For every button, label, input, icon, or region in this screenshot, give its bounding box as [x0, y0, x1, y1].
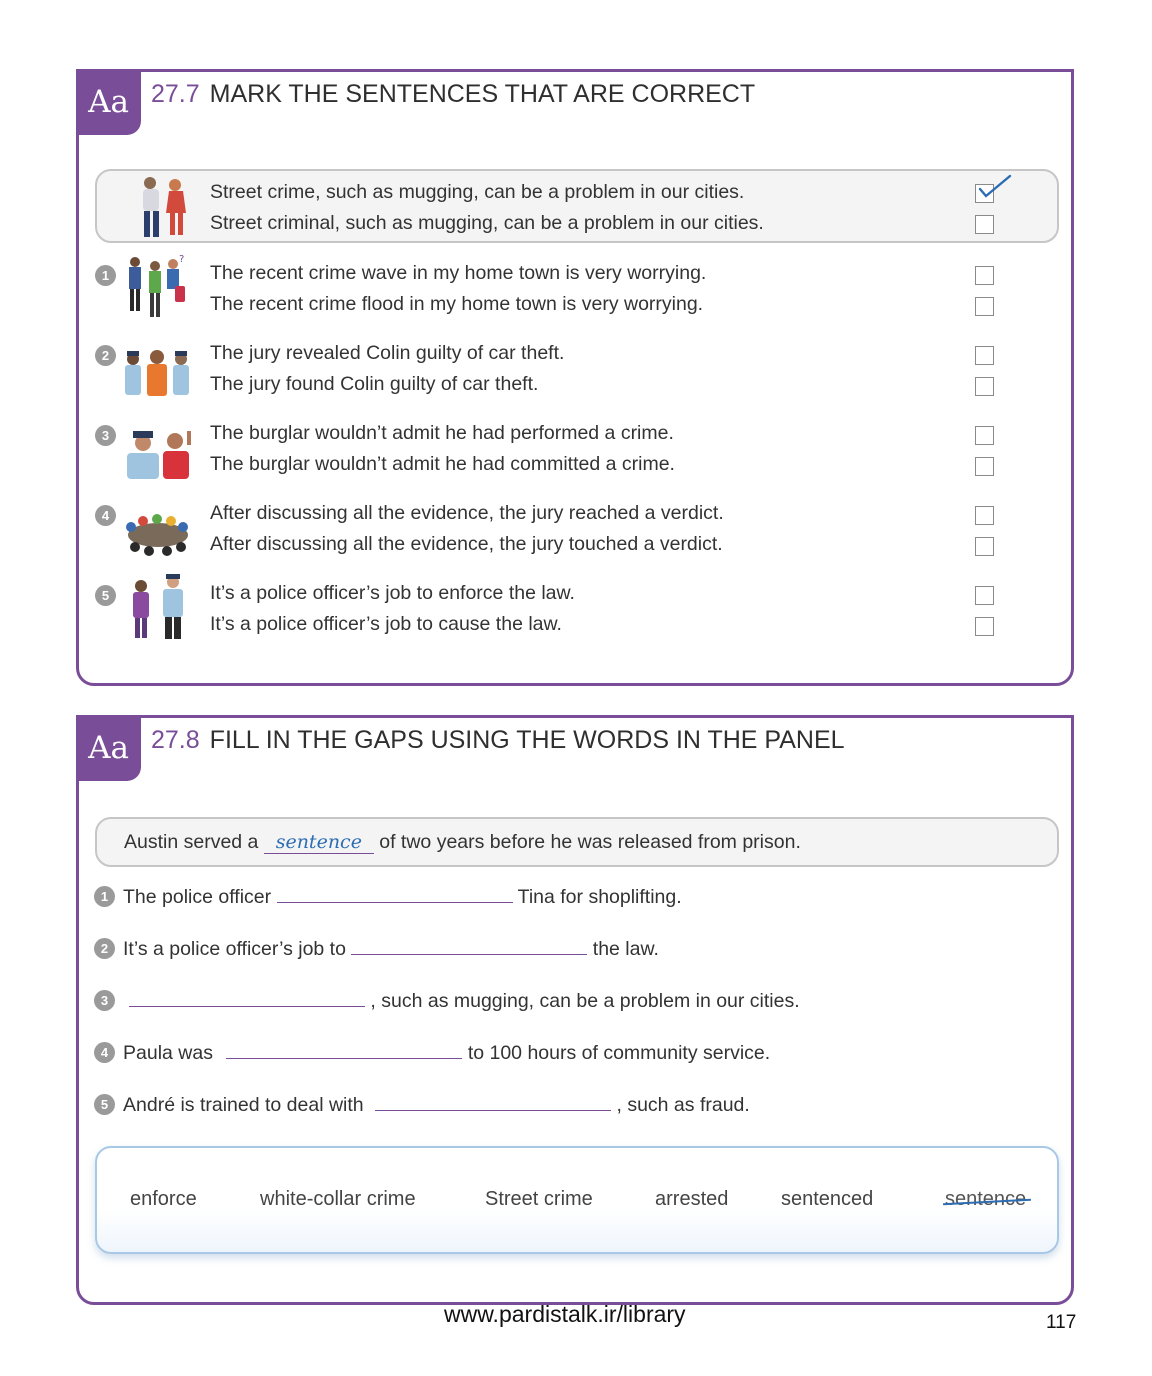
gap-blank[interactable]	[226, 1040, 463, 1059]
checkbox[interactable]	[975, 297, 994, 316]
gap-blank[interactable]	[351, 936, 588, 955]
gap-sentence-1: The police officer Tina for shoplifting.	[123, 884, 682, 909]
exercise-title-text: MARK THE SENTENCES THAT ARE CORRECT	[209, 80, 756, 108]
gap-blank[interactable]	[276, 884, 513, 903]
checkbox[interactable]	[975, 346, 994, 365]
word-enforce[interactable]: enforce	[130, 1188, 197, 1211]
exercise-number: 27.7	[151, 80, 200, 108]
example-sentence-2: Street criminal, such as mugging, can be…	[210, 212, 764, 234]
word-street-crime[interactable]: Street crime	[485, 1188, 593, 1211]
item-4-sentence-2: After discussing all the evidence, the j…	[210, 533, 723, 555]
checkbox[interactable]	[975, 426, 994, 445]
checkbox[interactable]	[975, 457, 994, 476]
street-crime-illustration	[143, 177, 186, 237]
burglar-illustration	[127, 431, 191, 479]
gap-before: The police officer	[123, 886, 272, 908]
footer-url[interactable]: www.pardistalk.ir/library	[444, 1301, 686, 1328]
word-arrested[interactable]: arrested	[655, 1188, 728, 1211]
gap-after: , such as mugging, can be a problem in o…	[370, 990, 800, 1012]
item-number: 5	[94, 1094, 115, 1115]
item-2-sentence-2: The jury found Colin guilty of car theft…	[210, 373, 539, 395]
item-number: 4	[95, 505, 116, 526]
jury-table-illustration	[126, 514, 188, 556]
item-3-sentence-1: The burglar wouldn’t admit he had perfor…	[210, 422, 674, 444]
exercise-27-7-panel: Aa 27.7 MARK THE SENTENCES THAT ARE CORRE…	[76, 69, 1074, 686]
word-sentenced[interactable]: sentenced	[781, 1188, 873, 1211]
aa-badge: Aa	[76, 69, 141, 135]
item-1-sentence-2: The recent crime flood in my home town i…	[210, 293, 704, 315]
gap-sentence-2: It’s a police officer’s job to the law.	[123, 936, 659, 961]
svg-text:?: ?	[179, 254, 184, 265]
checkbox[interactable]	[975, 377, 994, 396]
gap-before: Paula was	[123, 1042, 213, 1064]
word-white-collar-crime[interactable]: white-collar crime	[260, 1188, 416, 1211]
gap-before: It’s a police officer’s job to	[123, 938, 346, 960]
checkbox[interactable]	[975, 537, 994, 556]
gap-before: André is trained to deal with	[123, 1094, 364, 1116]
checkbox[interactable]	[975, 266, 994, 285]
gap-sentence-3: , such as mugging, can be a problem in o…	[129, 988, 800, 1013]
item-1-sentence-1: The recent crime wave in my home town is…	[210, 262, 707, 284]
aa-badge: Aa	[76, 715, 141, 781]
example-after: of two years before he was released from…	[379, 831, 801, 853]
word-panel: enforce white-collar crime Street crime …	[95, 1146, 1059, 1254]
checkbox[interactable]	[975, 617, 994, 636]
item-2-sentence-1: The jury revealed Colin guilty of car th…	[210, 342, 565, 364]
checkbox[interactable]	[975, 506, 994, 525]
item-number: 2	[94, 938, 115, 959]
example-box: Austin served a sentence of two years be…	[95, 817, 1059, 867]
exercise-number: 27.8	[151, 726, 200, 754]
exercise-title-text: FILL IN THE GAPS USING THE WORDS IN THE …	[209, 726, 845, 754]
check-icon	[978, 174, 1012, 198]
gap-blank[interactable]	[129, 988, 365, 1007]
item-5-sentence-1: It’s a police officer’s job to enforce t…	[210, 582, 575, 604]
exercise-title: 27.7 MARK THE SENTENCES THAT ARE CORRECT	[151, 80, 755, 109]
item-number: 4	[94, 1042, 115, 1063]
item-number: 1	[94, 886, 115, 907]
item-number: 2	[95, 345, 116, 366]
item-number: 5	[95, 585, 116, 606]
exercise-title: 27.8 FILL IN THE GAPS USING THE WORDS IN …	[151, 726, 845, 755]
gap-after: to 100 hours of community service.	[467, 1042, 771, 1064]
gap-sentence-4: Paula was to 100 hours of community serv…	[123, 1040, 770, 1065]
exercise-27-8-panel: Aa 27.8 FILL IN THE GAPS USING THE WORDS …	[76, 715, 1074, 1305]
gap-after: , such as fraud.	[616, 1094, 750, 1116]
example-answer: sentence	[263, 831, 374, 854]
item-number: 3	[94, 990, 115, 1011]
example-before: Austin served a	[124, 831, 259, 853]
page-number: 117	[1046, 1312, 1077, 1333]
item-3-sentence-2: The burglar wouldn’t admit he had commit…	[210, 453, 675, 475]
example-box: Street crime, such as mugging, can be a …	[95, 169, 1059, 243]
crime-wave-illustration: ?	[129, 254, 185, 317]
item-4-sentence-1: After discussing all the evidence, the j…	[210, 502, 724, 524]
gap-sentence-5: André is trained to deal with , such as …	[123, 1092, 750, 1117]
item-number: 1	[95, 265, 116, 286]
police-officer-illustration	[133, 574, 183, 639]
gap-blank[interactable]	[375, 1092, 612, 1111]
gap-after: the law.	[592, 938, 659, 960]
checkbox[interactable]	[975, 215, 994, 234]
item-5-sentence-2: It’s a police officer’s job to cause the…	[210, 613, 562, 635]
checkbox[interactable]	[975, 586, 994, 605]
jury-verdict-illustration	[125, 350, 189, 396]
item-number: 3	[95, 425, 116, 446]
example-sentence: Austin served a sentence of two years be…	[124, 831, 801, 854]
example-sentence-1: Street crime, such as mugging, can be a …	[210, 181, 745, 203]
gap-after: Tina for shoplifting.	[517, 886, 682, 908]
